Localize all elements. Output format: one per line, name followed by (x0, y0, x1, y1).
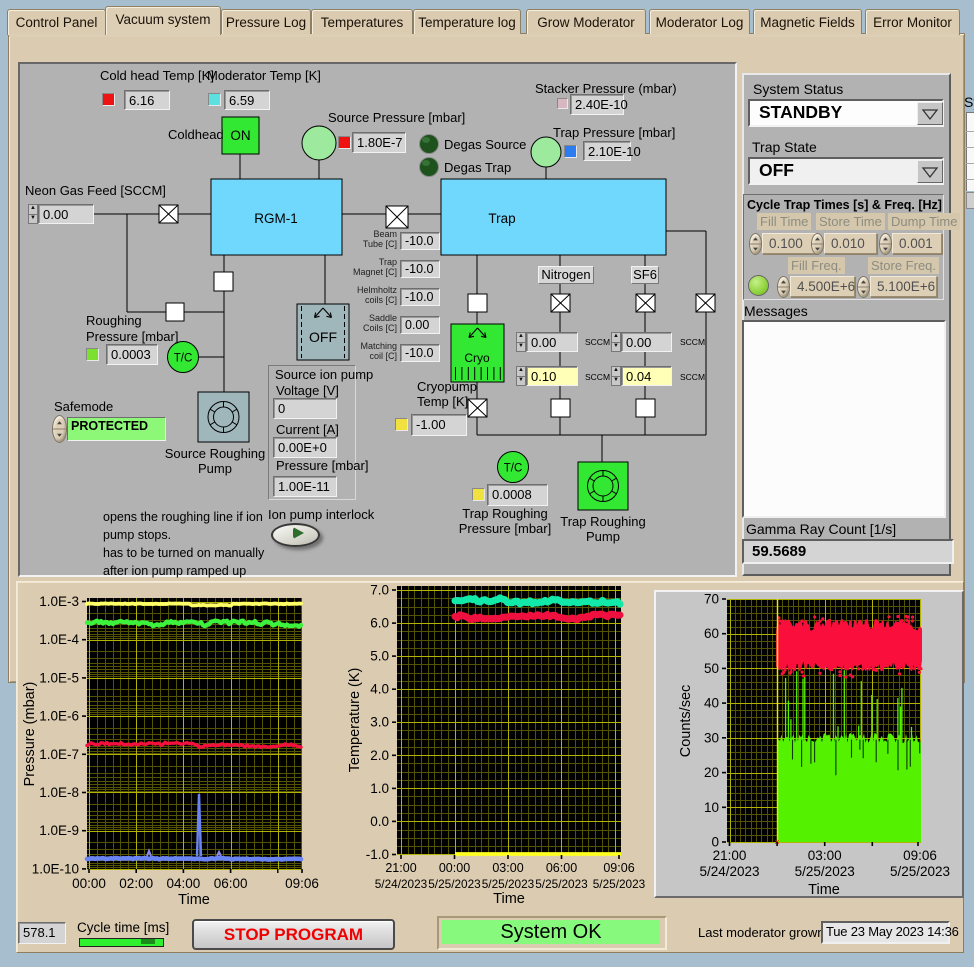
svg-text:09:06: 09:06 (903, 848, 937, 863)
svg-text:1.0E-3: 1.0E-3 (39, 594, 79, 609)
svg-text:2.0: 2.0 (370, 748, 389, 763)
svg-text:5/25/2023: 5/25/2023 (428, 877, 481, 891)
svg-text:70: 70 (704, 592, 719, 607)
svg-text:06:00: 06:00 (214, 876, 248, 891)
svg-text:T/C: T/C (504, 463, 523, 475)
svg-text:Cryo: Cryo (464, 351, 490, 365)
svg-text:1.0E-7: 1.0E-7 (39, 747, 79, 762)
svg-text:21:00: 21:00 (385, 861, 416, 875)
svg-text:T/C: T/C (174, 353, 193, 365)
svg-text:09:06: 09:06 (603, 861, 634, 875)
svg-text:4.0: 4.0 (370, 682, 389, 697)
svg-text:03:00: 03:00 (492, 861, 523, 875)
svg-text:20: 20 (704, 765, 719, 780)
svg-text:6.0: 6.0 (370, 616, 389, 631)
svg-text:5/25/2023: 5/25/2023 (535, 877, 588, 891)
svg-text:09:06: 09:06 (285, 876, 319, 891)
svg-text:Trap: Trap (488, 211, 515, 226)
svg-text:5/25/2023: 5/25/2023 (482, 877, 535, 891)
svg-text:5/25/2023: 5/25/2023 (795, 864, 855, 879)
svg-text:1.0E-5: 1.0E-5 (39, 670, 79, 685)
svg-text:5.0: 5.0 (370, 649, 389, 664)
svg-text:5/24/2023: 5/24/2023 (375, 877, 428, 891)
svg-text:5/25/2023: 5/25/2023 (890, 864, 950, 879)
svg-text:50: 50 (704, 661, 719, 676)
svg-text:Temperature (K): Temperature (K) (347, 668, 363, 773)
svg-text:Time: Time (493, 891, 525, 907)
svg-text:21:00: 21:00 (713, 848, 747, 863)
svg-text:-1.0: -1.0 (366, 847, 389, 862)
svg-text:Time: Time (178, 892, 210, 908)
svg-text:5/24/2023: 5/24/2023 (699, 864, 759, 879)
svg-text:00:00: 00:00 (439, 861, 470, 875)
svg-text:Time: Time (808, 882, 840, 898)
svg-text:1.0E-10: 1.0E-10 (32, 861, 79, 876)
svg-text:0.0: 0.0 (370, 814, 389, 829)
svg-text:1.0E-8: 1.0E-8 (39, 785, 79, 800)
svg-text:00:00: 00:00 (72, 876, 106, 891)
svg-text:ON: ON (230, 128, 250, 143)
svg-text:30: 30 (704, 730, 719, 745)
svg-text:Counts/sec: Counts/sec (678, 685, 694, 758)
svg-text:1.0E-6: 1.0E-6 (39, 709, 79, 724)
svg-text:1.0E-4: 1.0E-4 (39, 632, 79, 647)
svg-text:04:00: 04:00 (167, 876, 201, 891)
svg-text:60: 60 (704, 626, 719, 641)
svg-text:02:00: 02:00 (119, 876, 153, 891)
svg-text:3.0: 3.0 (370, 715, 389, 730)
svg-text:RGM-1: RGM-1 (254, 211, 298, 226)
svg-text:40: 40 (704, 696, 719, 711)
svg-text:03:00: 03:00 (808, 848, 842, 863)
svg-text:7.0: 7.0 (370, 583, 389, 598)
svg-text:OFF: OFF (309, 329, 337, 345)
svg-text:1.0E-9: 1.0E-9 (39, 823, 79, 838)
svg-text:10: 10 (704, 800, 719, 815)
svg-text:1.0: 1.0 (370, 781, 389, 796)
svg-text:5/25/2023: 5/25/2023 (593, 877, 646, 891)
svg-text:Pressure (mbar): Pressure (mbar) (22, 682, 38, 787)
svg-text:06:00: 06:00 (546, 861, 577, 875)
